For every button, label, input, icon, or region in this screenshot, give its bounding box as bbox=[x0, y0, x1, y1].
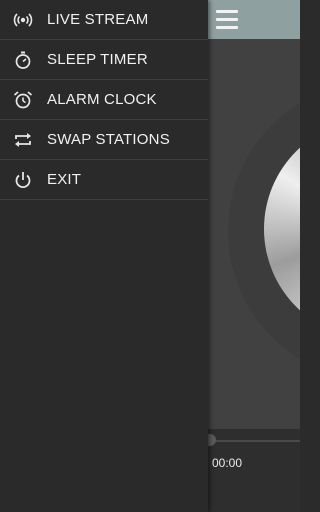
hamburger-menu-icon[interactable] bbox=[214, 8, 240, 32]
drawer-item-label: SLEEP TIMER bbox=[47, 51, 148, 68]
alarm-clock-icon bbox=[12, 89, 34, 111]
drawer-item-label: ALARM CLOCK bbox=[47, 91, 157, 108]
drawer-item-swap-stations[interactable]: SWAP STATIONS bbox=[0, 120, 208, 160]
power-icon bbox=[12, 169, 34, 191]
drawer-item-live-stream[interactable]: LIVE STREAM bbox=[0, 0, 208, 40]
drawer-item-label: LIVE STREAM bbox=[47, 11, 149, 28]
drawer-item-exit[interactable]: EXIT bbox=[0, 160, 208, 200]
time-label: 00:00 bbox=[212, 456, 243, 470]
stopwatch-icon bbox=[12, 49, 34, 71]
navigation-drawer: LIVE STREAM SLEEP TIMER ALARM CLOCK SWAP… bbox=[0, 0, 208, 512]
drawer-item-alarm-clock[interactable]: ALARM CLOCK bbox=[0, 80, 208, 120]
drawer-item-label: EXIT bbox=[47, 171, 82, 188]
swap-icon bbox=[12, 129, 34, 151]
seek-bar[interactable] bbox=[208, 440, 300, 442]
player-area bbox=[208, 39, 300, 429]
drawer-item-label: SWAP STATIONS bbox=[47, 131, 170, 148]
broadcast-icon bbox=[12, 9, 34, 31]
drawer-item-sleep-timer[interactable]: SLEEP TIMER bbox=[0, 40, 208, 80]
